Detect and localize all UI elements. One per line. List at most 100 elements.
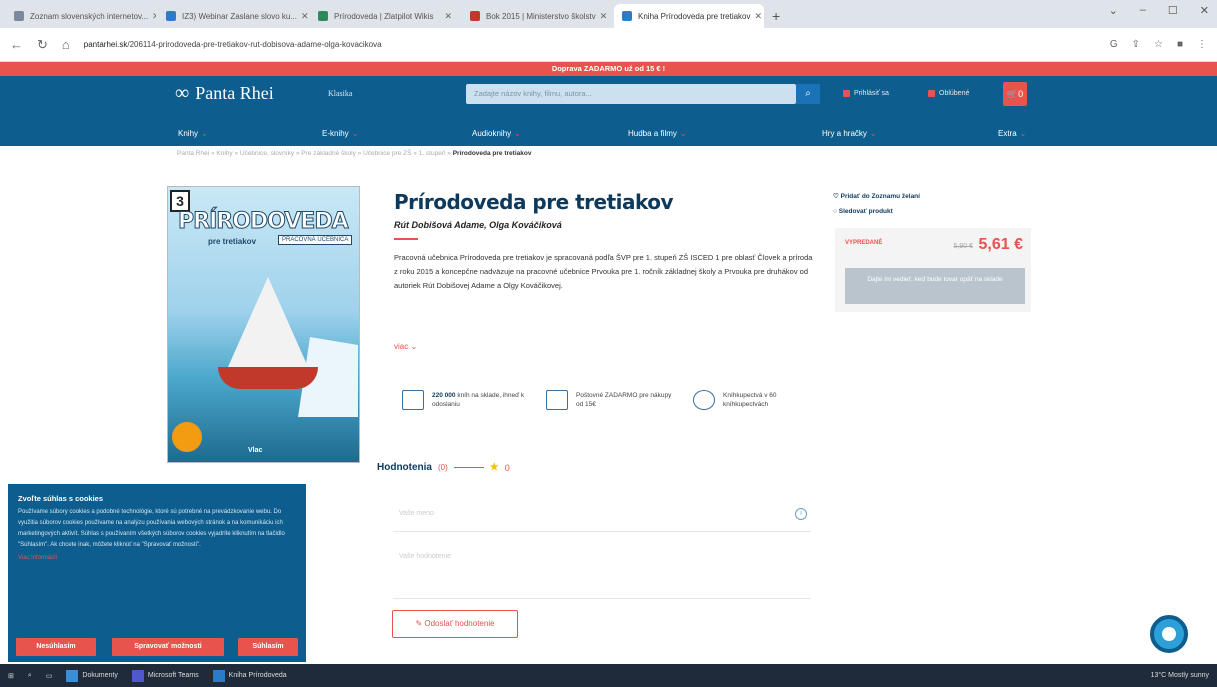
ratings-header: Hodnotenia (0) ★ 0 xyxy=(377,462,510,473)
submit-review-button[interactable]: ✎ Odoslať hodnotenie xyxy=(392,610,518,638)
price-box: VYPREDANÉ 5,90 € 5,61 € Dajte mi vedieť,… xyxy=(835,228,1031,312)
nav-e-knihy[interactable]: E-knihy ⌄ xyxy=(322,129,358,138)
taskbar-app[interactable]: Dokumenty xyxy=(66,669,118,682)
nav-knihy[interactable]: Knihy ⌄ xyxy=(178,129,208,138)
task-view-icon[interactable]: ▭ xyxy=(46,672,53,680)
chevron-down-icon: ⌄ xyxy=(351,128,359,138)
chevron-down-icon: ⌄ xyxy=(679,128,687,138)
cover-subtitle: pre tretiakov xyxy=(208,237,257,246)
nav-hudba-a-filmy[interactable]: Hudba a filmy ⌄ xyxy=(628,129,687,138)
cart-button[interactable]: 🛒0 xyxy=(1003,82,1027,106)
product-description: Pracovná učebnica Prírodoveda pre tretia… xyxy=(394,253,813,290)
nav-extra[interactable]: Extra ⌄ xyxy=(998,129,1026,138)
favorites-link[interactable]: Oblúbené xyxy=(928,90,969,97)
feature-shipping: Poštovné ZADARMO pre nákupy od 15€ xyxy=(546,390,676,410)
price: 5,61 € xyxy=(978,236,1023,253)
login-link[interactable]: Prihlásiť sa xyxy=(843,90,889,97)
home-icon[interactable]: ⌂ xyxy=(62,37,70,52)
app-icon xyxy=(212,669,225,682)
product-authors[interactable]: Rút Dobišová Adame, Olga Kováčiková xyxy=(394,220,562,230)
reviewer-name-input[interactable]: Vaše meno i xyxy=(393,498,811,532)
browser-tab-bar: Zoznam slovenských internetov... ✕ IZ3) W… xyxy=(0,0,1217,28)
info-icon[interactable]: i xyxy=(795,508,807,520)
extension-icon[interactable]: ■ xyxy=(1177,39,1183,50)
chevron-down-icon: ⌄ xyxy=(869,128,877,138)
old-price: 5,90 € xyxy=(953,243,973,250)
wishlist-link[interactable]: ♡ Pridať do Zoznamu želaní xyxy=(833,192,920,200)
accept-cookies-button[interactable]: Súhlasím xyxy=(238,638,298,656)
cookie-more-link[interactable]: Viac informácií xyxy=(18,555,296,561)
chevron-down-icon: ⌄ xyxy=(514,128,521,138)
url-field[interactable]: pantarhei.sk/206114-prirodoveda-pre-tret… xyxy=(84,40,1110,49)
main-nav: Knihy ⌄ E-knihy ⌄ Audioknihy ⌄ Hudba a film… xyxy=(0,120,1217,146)
weather-label[interactable]: 13°C Mostly sunny xyxy=(1151,672,1209,679)
favicon-icon xyxy=(622,11,632,21)
wallet-icon xyxy=(546,390,568,410)
reload-icon[interactable]: ↻ xyxy=(37,37,48,53)
google-icon[interactable]: G xyxy=(1110,39,1118,50)
address-bar-actions: G ⇪ ☆ ■ ⋮ xyxy=(1110,39,1207,50)
close-icon[interactable]: ✕ xyxy=(440,11,452,22)
breadcrumb-current: Prírodoveda pre tretiakov xyxy=(452,150,532,157)
heart-icon: ♡ xyxy=(833,193,839,200)
minimize-icon[interactable]: – xyxy=(1140,4,1146,17)
close-icon[interactable]: ✕ xyxy=(297,11,308,22)
star-icon: ★ xyxy=(489,462,499,473)
notify-button[interactable]: Dajte mi vedieť, keď bude tovar opäť na … xyxy=(845,268,1025,304)
cookie-body: Používame súbory cookies a podobné techn… xyxy=(18,509,285,548)
browser-tab[interactable]: Zoznam slovenských internetov... ✕ xyxy=(6,4,156,28)
cookie-title: Zvoľte súhlas s cookies xyxy=(18,494,104,503)
browser-tab[interactable]: Bok 2015 | Ministerstvo školstv ✕ xyxy=(462,4,612,28)
menu-icon[interactable]: ⋮ xyxy=(1197,39,1207,50)
cover-sail xyxy=(228,277,308,367)
reject-cookies-button[interactable]: Nesúhlasím xyxy=(16,638,96,656)
nav-audioknihy[interactable]: Audioknihy ⌄ xyxy=(472,129,521,138)
close-icon[interactable]: ✕ xyxy=(751,11,763,22)
chevron-down-icon: ⌄ xyxy=(201,128,208,138)
cart-icon: 🛒 xyxy=(1006,89,1019,99)
heart-icon xyxy=(928,90,935,97)
windows-start-icon[interactable]: ⊞ xyxy=(8,672,14,680)
cover-boat xyxy=(218,367,318,389)
close-icon[interactable]: ✕ xyxy=(148,11,156,22)
taskbar-app[interactable]: Microsoft Teams xyxy=(131,669,199,682)
site-header: ∞ Panta Rhei Klasika Zadajte názov knihy,… xyxy=(0,76,1217,146)
search-input[interactable]: Zadajte názov knihy, filmu, autora... xyxy=(466,84,796,104)
feature-stores: Kníhkupectvá v 60 kníhkupectvách xyxy=(693,390,823,410)
logo-icon: ∞ xyxy=(175,82,190,104)
follow-link[interactable]: ○ Sledovať produkt xyxy=(833,208,893,215)
star-icon[interactable]: ☆ xyxy=(1154,39,1163,50)
breadcrumb: Panta Rhei » Knihy » Učebnice, slovníky … xyxy=(177,150,532,157)
favicon-icon xyxy=(166,11,176,21)
klasika-link[interactable]: Klasika xyxy=(328,89,352,98)
more-link[interactable]: viac ⌄ xyxy=(394,342,417,351)
review-textarea[interactable]: Vaše hodnotenie xyxy=(393,543,811,599)
chevron-down-icon[interactable]: ⌄ xyxy=(1109,4,1118,17)
taskbar-app[interactable]: Kniha Prírodoveda xyxy=(212,669,287,682)
new-tab-button[interactable]: + xyxy=(772,8,780,24)
book-cover[interactable]: 3 PRÍRODOVEDA pre tretiakov PRACOVNÁ UČE… xyxy=(167,186,360,463)
manage-cookies-button[interactable]: Spravovať možnosti xyxy=(112,638,224,656)
promo-banner: Doprava ZADARMO už od 15 € ! xyxy=(0,62,1217,76)
browser-tab[interactable]: Prírodoveda | Zlatpilot Wikis ✕ xyxy=(310,4,460,28)
maximize-icon[interactable]: ☐ xyxy=(1168,4,1178,17)
close-icon[interactable]: ✕ xyxy=(596,11,608,22)
chat-bubble-icon[interactable] xyxy=(1150,615,1188,653)
nav-hry-a-hracky[interactable]: Hry a hračky ⌄ xyxy=(822,129,877,138)
search-button[interactable]: ⌕ xyxy=(796,84,820,104)
cookie-consent-panel: Zvoľte súhlas s cookies Používame súbory… xyxy=(8,484,306,662)
app-icon xyxy=(131,669,144,682)
search-icon[interactable]: ⌕ xyxy=(28,672,32,680)
back-icon[interactable]: ← xyxy=(10,37,23,52)
share-icon[interactable]: ⇪ xyxy=(1132,39,1140,50)
feature-stock: 220 000 kníh na sklade, ihneď k odoslani… xyxy=(402,390,532,410)
person-icon xyxy=(693,390,715,410)
site-logo[interactable]: ∞ Panta Rhei xyxy=(175,82,274,105)
system-tray: 13°C Mostly sunny xyxy=(1151,672,1209,679)
favicon-icon xyxy=(318,11,328,21)
browser-tab-active[interactable]: Kniha Prírodoveda pre tretiakov ✕ xyxy=(614,4,764,28)
browser-tab[interactable]: IZ3) Webinar Zaslane slovo ku... ✕ xyxy=(158,4,308,28)
close-window-icon[interactable]: ✕ xyxy=(1200,4,1209,17)
cover-title: PRÍRODOVEDA xyxy=(178,209,350,235)
window-controls: ⌄ – ☐ ✕ xyxy=(1109,4,1209,17)
